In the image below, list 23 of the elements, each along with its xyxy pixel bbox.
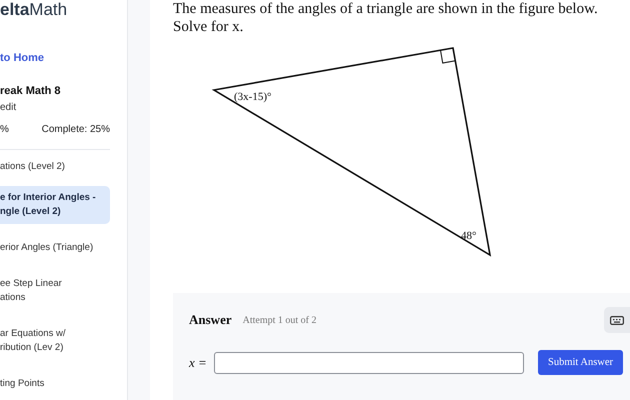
skill-item[interactable]: ting Points — [0, 367, 110, 400]
logo[interactable]: eltaMath — [0, 0, 110, 20]
skill-item[interactable]: erior Angles (Triangle) — [0, 231, 110, 265]
skill-item[interactable]: ations (Level 2) — [0, 150, 110, 184]
answer-heading: Answer — [189, 312, 232, 328]
attempt-text: Attempt 1 out of 2 — [242, 314, 316, 326]
keyboard-button[interactable] — [604, 307, 630, 333]
assignment-title: reak Math 8 — [0, 85, 62, 97]
keyboard-icon — [610, 316, 624, 324]
angle-label: (3x-15)° — [234, 91, 272, 103]
submit-button[interactable]: Submit Answer — [538, 350, 624, 375]
skill-item[interactable]: e for Interior Angles - ngle (Level 2) — [0, 186, 110, 224]
skill-item[interactable]: ee Step Linear ations — [0, 267, 110, 315]
assignment-subtitle: edit — [0, 102, 18, 113]
question-prompt: Solve for x. — [173, 18, 244, 36]
grade-text: % — [0, 124, 9, 135]
angle-label: 48° — [461, 230, 476, 242]
question-text: The measures of the angles of a triangle are shown in the figure below. — [173, 0, 599, 18]
complete-text: Complete: 25% — [42, 124, 110, 135]
answer-field[interactable] — [214, 352, 524, 374]
back-link[interactable]: to Home — [0, 52, 110, 64]
skill-item[interactable]: ar Equations w/ ribution (Lev 2) — [0, 317, 110, 365]
variable-label: x = — [189, 354, 208, 370]
